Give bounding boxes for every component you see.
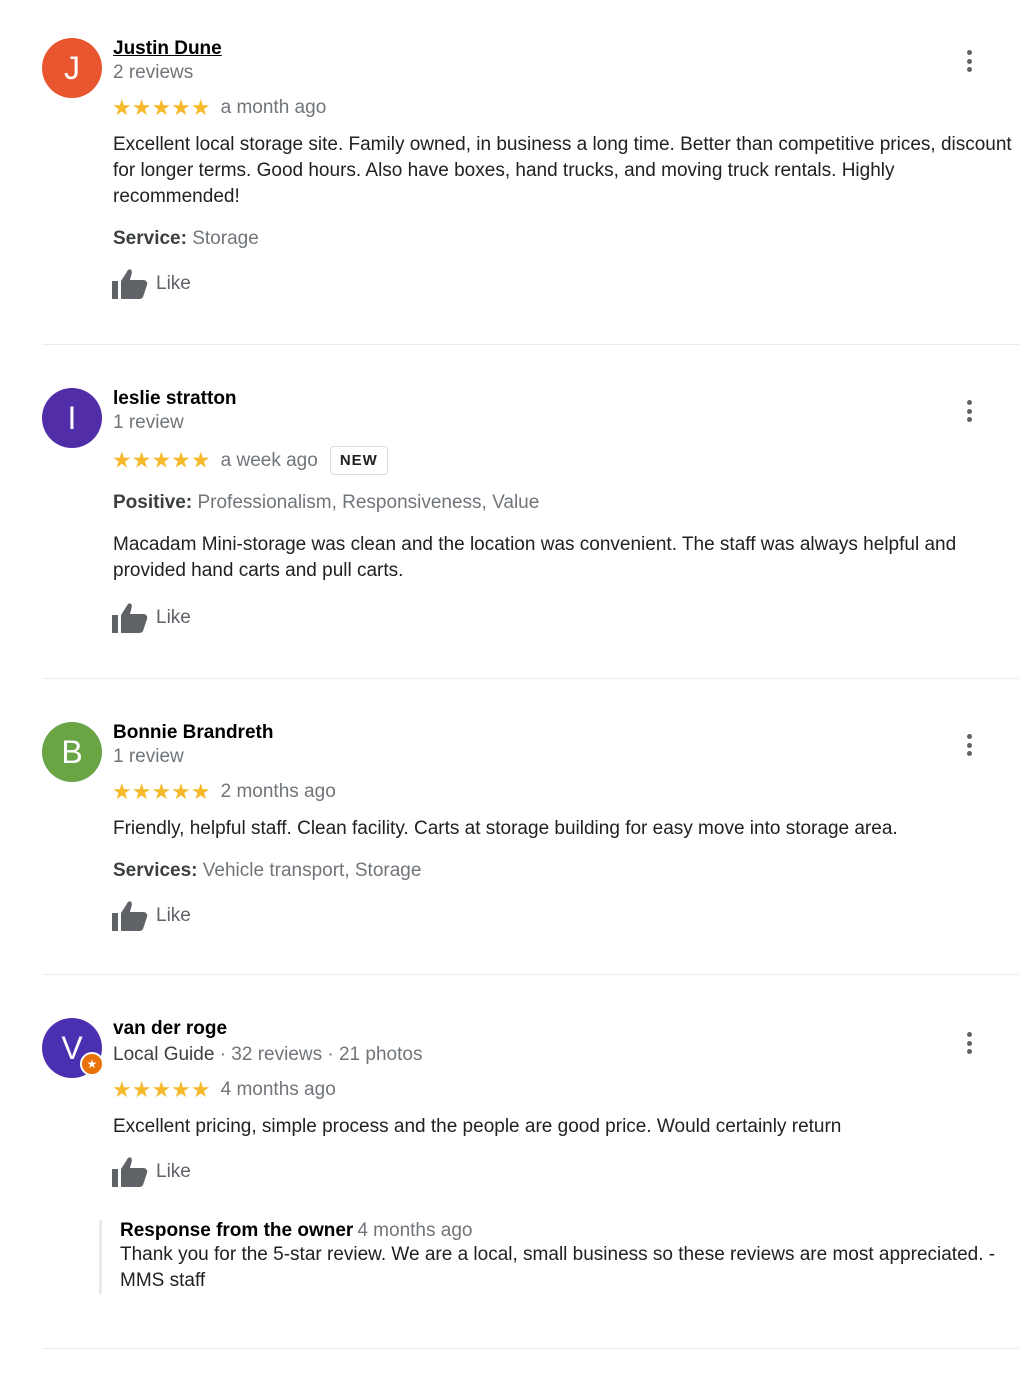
more-options-icon[interactable] [960, 1032, 978, 1058]
attribute-label: Services: [113, 860, 198, 881]
like-label: Like [156, 607, 191, 628]
rating-row: ★★★★★ a week ago NEW [112, 446, 388, 475]
reviewer-meta: 1 review [113, 746, 184, 767]
thumbs-up-icon [112, 603, 148, 633]
divider [42, 344, 1019, 345]
review-attribute: Service: Storage [113, 228, 259, 250]
like-label: Like [156, 273, 191, 294]
rating-row: ★★★★★ 4 months ago [112, 1077, 336, 1103]
thumbs-up-icon [112, 901, 148, 931]
reviewer-name[interactable]: Justin Dune [113, 38, 222, 60]
local-guide-badge-icon: ★ [80, 1052, 104, 1076]
like-label: Like [156, 1161, 191, 1182]
divider [42, 1348, 1019, 1349]
avatar[interactable]: J [42, 38, 102, 98]
reviewer-meta: Local Guide · 32 reviews · 21 photos [113, 1044, 422, 1066]
reviewer-name[interactable]: Bonnie Brandreth [113, 722, 273, 744]
owner-response-date: 4 months ago [357, 1220, 473, 1241]
more-options-icon[interactable] [960, 734, 978, 760]
new-badge: NEW [329, 446, 388, 475]
review-attribute: Services: Vehicle transport, Storage [113, 860, 421, 882]
review-text: Excellent pricing, simple process and th… [113, 1116, 842, 1137]
star-rating: ★★★★★ [112, 447, 211, 473]
avatar[interactable]: I [42, 388, 102, 448]
reviewer-name[interactable]: leslie stratton [113, 388, 237, 410]
rating-row: ★★★★★ 2 months ago [112, 779, 336, 805]
like-label: Like [156, 905, 191, 926]
review-date: 4 months ago [220, 1079, 336, 1100]
star-rating: ★★★★★ [112, 1077, 211, 1102]
divider [42, 678, 1019, 679]
owner-response-text: Thank you for the 5-star review. We are … [120, 1244, 996, 1291]
like-button[interactable]: Like [112, 268, 191, 302]
attribute-value: Storage [192, 228, 259, 249]
owner-response: Response from the owner 4 months ago Than… [99, 1220, 1019, 1294]
reviewer-stats: · 32 reviews · 21 photos [219, 1044, 423, 1065]
review-text: Friendly, helpful staff. Clean facility.… [113, 818, 898, 839]
attribute-value: Vehicle transport, Storage [202, 860, 422, 881]
review-attribute: Positive: Professionalism, Responsivenes… [113, 492, 539, 514]
review-text: Macadam Mini-storage was clean and the l… [113, 534, 957, 581]
reviewer-name[interactable]: van der roge [113, 1018, 227, 1040]
star-rating: ★★★★★ [112, 95, 211, 120]
review-date: a week ago [220, 449, 318, 471]
owner-response-header: Response from the owner 4 months ago [120, 1220, 1019, 1242]
divider [42, 974, 1019, 975]
review-date: a month ago [220, 97, 327, 118]
review-date: 2 months ago [220, 781, 336, 802]
local-guide-label: Local Guide [113, 1044, 215, 1065]
reviewer-meta: 1 review [113, 412, 184, 433]
like-button[interactable]: Like [112, 1156, 191, 1190]
rating-row: ★★★★★ a month ago [112, 95, 326, 121]
star-rating: ★★★★★ [112, 779, 211, 804]
like-button[interactable]: Like [112, 602, 191, 636]
attribute-label: Service: [113, 228, 187, 249]
thumbs-up-icon [112, 269, 148, 299]
review-text: Excellent local storage site. Family own… [113, 134, 1012, 207]
attribute-value: Professionalism, Responsiveness, Value [197, 492, 540, 513]
like-button[interactable]: Like [112, 900, 191, 934]
owner-response-title: Response from the owner [120, 1220, 354, 1241]
thumbs-up-icon [112, 1157, 148, 1187]
reviewer-meta: 2 reviews [113, 62, 194, 83]
more-options-icon[interactable] [960, 50, 978, 76]
attribute-label: Positive: [113, 492, 193, 513]
more-options-icon[interactable] [960, 400, 978, 426]
avatar[interactable]: B [42, 722, 102, 782]
